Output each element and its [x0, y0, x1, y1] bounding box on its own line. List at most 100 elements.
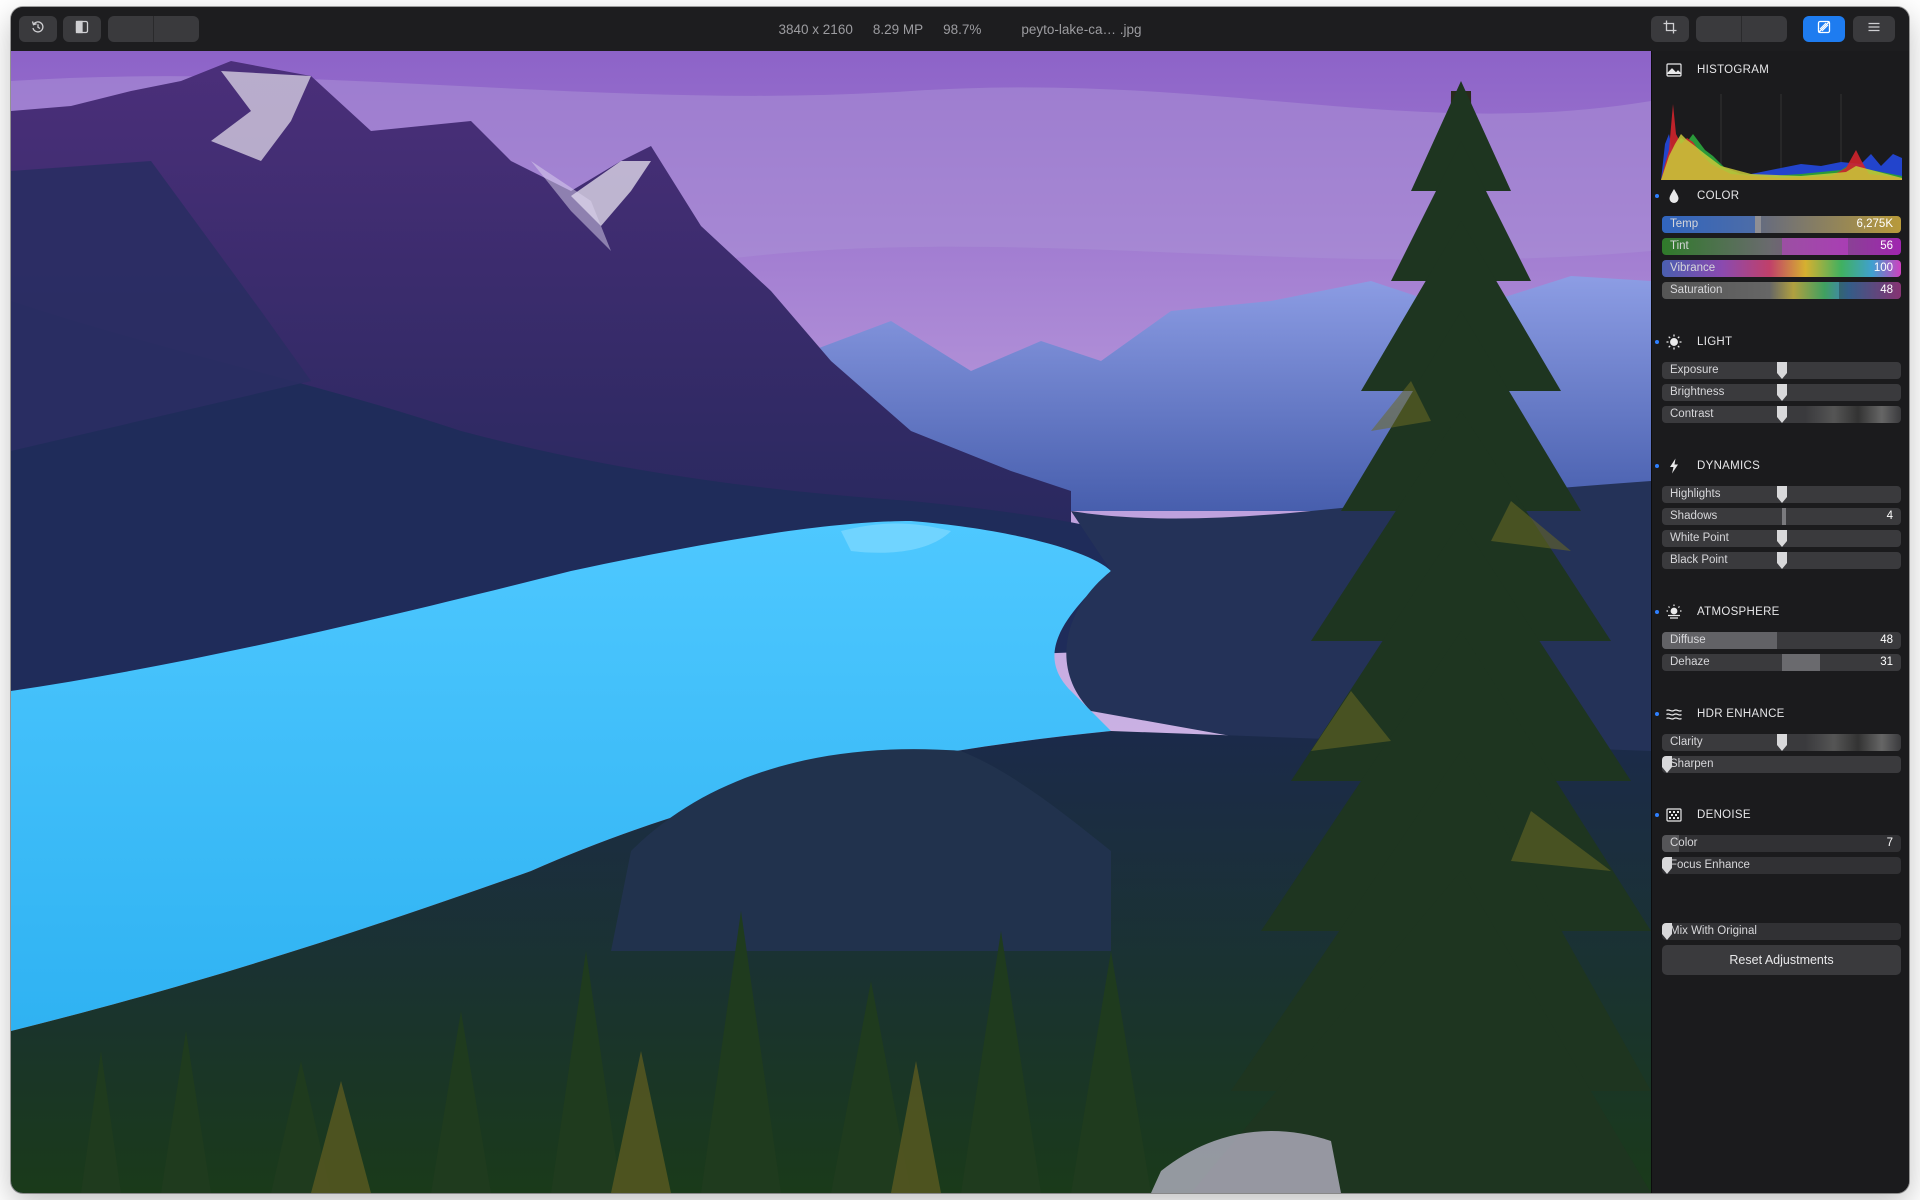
menu-icon	[1866, 19, 1882, 40]
histogram-title: HISTOGRAM	[1697, 64, 1770, 76]
white-point-slider[interactable]: White Point	[1662, 530, 1901, 547]
sun-haze-icon	[1664, 602, 1684, 622]
focus-enhance-label: Focus Enhance	[1670, 859, 1750, 871]
black-point-label: Black Point	[1670, 554, 1728, 566]
mix-label: Mix With Original	[1670, 925, 1757, 937]
focus-enhance-slider[interactable]: Focus Enhance	[1662, 857, 1901, 874]
tint-label: Tint	[1670, 240, 1689, 252]
clarity-slider[interactable]: Clarity	[1662, 734, 1901, 751]
app-window: 3840 x 2160 8.29 MP 98.7% peyto-lake-ca……	[11, 7, 1909, 1193]
section-active-dot	[1655, 712, 1659, 716]
contrast-label: Contrast	[1670, 408, 1714, 420]
diffuse-value: 48	[1880, 634, 1893, 646]
mix-with-original-slider[interactable]: Mix With Original	[1662, 923, 1901, 940]
waves-icon	[1664, 704, 1684, 724]
brightness-slider[interactable]: Brightness	[1662, 384, 1901, 401]
toolbar: 3840 x 2160 8.29 MP 98.7% peyto-lake-ca……	[11, 7, 1909, 52]
diffuse-slider[interactable]: Diffuse 48	[1662, 632, 1901, 649]
image-icon	[1664, 60, 1684, 80]
dehaze-value: 31	[1880, 656, 1893, 668]
hdr-enhance-title: HDR ENHANCE	[1697, 708, 1785, 720]
grain-title: GRAIN	[1697, 910, 1735, 922]
atmosphere-title: ATMOSPHERE	[1697, 606, 1780, 618]
saturation-label: Saturation	[1670, 284, 1723, 296]
undo-history-button[interactable]	[19, 16, 57, 42]
sharpen-slider[interactable]: Sharpen	[1662, 756, 1901, 773]
highlights-label: Highlights	[1670, 488, 1721, 500]
share-button[interactable]	[153, 16, 199, 48]
white-point-label: White Point	[1670, 532, 1729, 544]
clarity-label: Clarity	[1670, 736, 1703, 748]
contrast-knob[interactable]	[1777, 406, 1787, 423]
denoise-color-value: 7	[1886, 837, 1893, 849]
dynamics-title: DYNAMICS	[1697, 460, 1761, 472]
landscape-photo	[11, 51, 1651, 1193]
denoise-title: DENOISE	[1697, 809, 1751, 821]
highlights-slider[interactable]: Highlights	[1662, 486, 1901, 503]
section-active-dot	[1655, 464, 1659, 468]
white-point-knob[interactable]	[1777, 530, 1787, 547]
tint-value: 56	[1880, 240, 1893, 252]
compare-icon	[74, 19, 90, 40]
undo-history-icon	[30, 19, 46, 40]
exposure-knob[interactable]	[1777, 362, 1787, 379]
sun-icon	[1664, 332, 1684, 352]
contrast-slider[interactable]: Contrast	[1662, 406, 1901, 423]
section-active-dot	[1655, 813, 1659, 817]
temp-value: 6,275K	[1856, 218, 1893, 230]
image-dimensions: 3840 x 2160	[778, 21, 853, 37]
denoise-color-label: Color	[1670, 837, 1698, 849]
diffuse-label: Diffuse	[1670, 634, 1706, 646]
dehaze-label: Dehaze	[1670, 656, 1710, 668]
exposure-slider[interactable]: Exposure	[1662, 362, 1901, 379]
section-active-dot	[1655, 194, 1659, 198]
crop-icon	[1662, 19, 1678, 40]
shadows-fill	[1781, 508, 1787, 525]
denoise-color-slider[interactable]: Color 7	[1662, 835, 1901, 852]
zoom-level: 98.7%	[943, 21, 982, 37]
adjust-button[interactable]	[1803, 16, 1845, 42]
temp-knob[interactable]	[1753, 216, 1763, 233]
black-point-knob[interactable]	[1777, 552, 1787, 569]
histogram-chart	[1661, 94, 1902, 180]
temp-slider[interactable]: Temp 6,275K	[1662, 216, 1901, 233]
vibrance-value: 100	[1873, 262, 1893, 274]
photo-canvas[interactable]	[11, 51, 1651, 1193]
image-info: 3840 x 2160 8.29 MP 98.7% peyto-lake-ca……	[11, 7, 1909, 51]
compare-button[interactable]	[63, 16, 101, 42]
saturation-slider[interactable]: Saturation 48	[1662, 282, 1901, 299]
adjust-icon	[1816, 19, 1832, 40]
lightning-icon	[1664, 456, 1684, 476]
vibrance-label: Vibrance	[1670, 262, 1716, 274]
tint-slider[interactable]: Tint 56	[1662, 238, 1901, 255]
temp-label: Temp	[1670, 218, 1699, 230]
dehaze-slider[interactable]: Dehaze 31	[1662, 654, 1901, 671]
color-title: COLOR	[1697, 190, 1740, 202]
brightness-knob[interactable]	[1777, 384, 1787, 401]
saturation-value: 48	[1880, 284, 1893, 296]
import-button[interactable]	[108, 16, 153, 48]
section-active-dot	[1655, 340, 1659, 344]
sharpen-label: Sharpen	[1670, 758, 1714, 770]
exposure-label: Exposure	[1670, 364, 1719, 376]
shadows-label: Shadows	[1670, 510, 1718, 522]
vibrance-slider[interactable]: Vibrance 100	[1662, 260, 1901, 277]
mask-button[interactable]	[1741, 16, 1787, 48]
clarity-knob[interactable]	[1777, 734, 1787, 751]
layers-button[interactable]	[1696, 16, 1741, 48]
adjustments-panel: HISTOGRAM COLOR Temp 6,275K Tint 56 Vibr…	[1651, 51, 1909, 1193]
tint-fill	[1781, 238, 1849, 255]
light-title: LIGHT	[1697, 336, 1733, 348]
reset-adjustments-button[interactable]: Reset Adjustments	[1662, 945, 1901, 975]
black-point-slider[interactable]: Black Point	[1662, 552, 1901, 569]
shadows-value: 4	[1886, 510, 1893, 522]
highlights-knob[interactable]	[1777, 486, 1787, 503]
dehaze-fill	[1781, 654, 1820, 671]
droplet-icon	[1664, 186, 1684, 206]
shadows-slider[interactable]: Shadows 4	[1662, 508, 1901, 525]
noise-icon	[1664, 805, 1684, 825]
crop-button[interactable]	[1651, 16, 1689, 42]
view-mode-group	[1696, 16, 1787, 48]
brightness-label: Brightness	[1670, 386, 1725, 398]
menu-button[interactable]	[1853, 16, 1895, 42]
